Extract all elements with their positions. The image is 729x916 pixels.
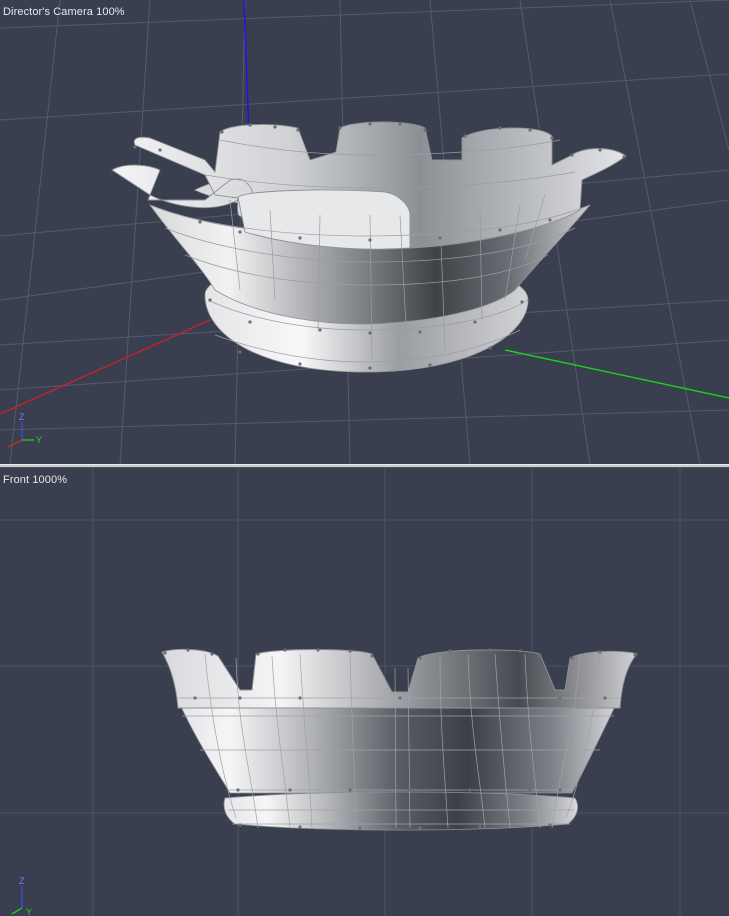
front-triad-z-label: Z <box>19 876 25 886</box>
viewport-front[interactable]: Front 1000% Z Y <box>0 468 729 916</box>
x-axis-line <box>0 319 211 415</box>
perspective-scene[interactable]: Z Y <box>0 0 729 464</box>
front-axis-triad: Z Y <box>11 876 32 916</box>
crown-bowl-model[interactable] <box>111 121 627 373</box>
y-axis-line <box>504 349 729 399</box>
z-axis-line <box>243 0 250 136</box>
viewport-directors-camera[interactable]: Director's Camera 100% Z Y <box>0 0 729 464</box>
viewport-label-directors-camera[interactable]: Director's Camera 100% <box>3 6 125 18</box>
viewport-label-front[interactable]: Front 1000% <box>3 474 67 486</box>
triad-y-label: Y <box>36 435 42 445</box>
modeling-app: Director's Camera 100% Z Y Front 1000% Z… <box>0 0 729 916</box>
front-scene[interactable]: Z Y <box>0 468 729 916</box>
crown-bowl-front-model[interactable] <box>161 648 638 831</box>
front-triad-y-label: Y <box>26 907 32 916</box>
front-bowl-body <box>177 699 619 794</box>
triad-z-label: Z <box>19 412 25 422</box>
